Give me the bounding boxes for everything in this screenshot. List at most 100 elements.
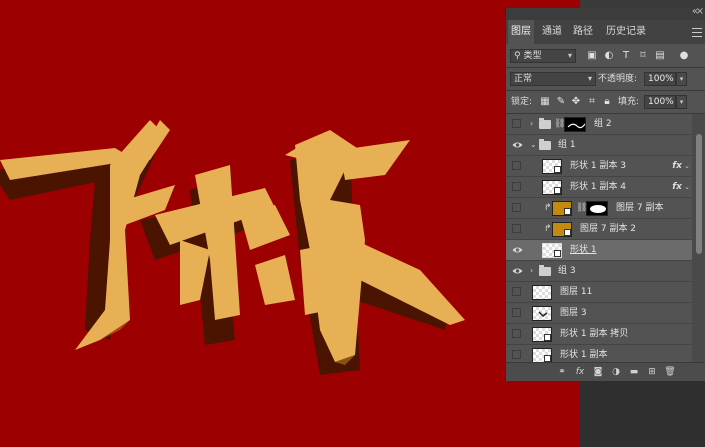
- mask-shape-icon: [590, 205, 606, 213]
- layer-row-layer-7-copy[interactable]: ↱ ⛓︎ 图层 7 副本: [506, 198, 692, 219]
- fx-icon[interactable]: fx: [672, 181, 682, 193]
- layer-name[interactable]: 图层 3: [560, 306, 587, 321]
- chevron-down-icon: ▾: [587, 74, 592, 83]
- adjustment-layer-icon[interactable]: ◑: [610, 366, 622, 378]
- layer-row-shape-copy-copy[interactable]: 形状 1 副本 拷贝: [506, 324, 692, 345]
- layer-name[interactable]: 图层 7 副本 2: [580, 222, 636, 237]
- chevron-down-icon[interactable]: ⌄: [684, 181, 690, 193]
- eye-icon[interactable]: [512, 245, 523, 255]
- chevron-down-icon[interactable]: ⌄: [530, 139, 537, 151]
- layers-panel[interactable]: « × 图层 通道 路径 历史记录 ⚲ 类型 ▾ ▣ ◐ T ⌑ ▤ ● 正常 …: [505, 6, 705, 381]
- new-group-icon[interactable]: ▬: [628, 366, 640, 378]
- lock-artboard-icon[interactable]: ⌗: [586, 95, 598, 109]
- smart-object-badge-icon: [544, 355, 551, 362]
- adjustment-filter-icon[interactable]: ◐: [603, 49, 615, 63]
- layer-row-group-1[interactable]: ⌄ 组 1: [506, 135, 692, 156]
- eye-icon[interactable]: [512, 140, 523, 150]
- layer-name[interactable]: 形状 1 副本 拷贝: [560, 327, 628, 342]
- scrollbar-thumb[interactable]: [696, 134, 702, 254]
- eye-icon[interactable]: [512, 266, 523, 276]
- layer-list[interactable]: › ⛓︎ 组 2 ⌄ 组 1 形状 1 副本 3 fx ⌄ 形状 1 副本 4 …: [506, 114, 692, 362]
- tab-paths[interactable]: 路径: [570, 20, 596, 44]
- fx-icon[interactable]: fx: [672, 160, 682, 172]
- add-style-fx-icon[interactable]: fx: [574, 366, 586, 378]
- folder-icon: [539, 265, 551, 276]
- lock-all-icon[interactable]: 🔒︎: [601, 95, 613, 109]
- opacity-slider-toggle[interactable]: ▾: [676, 72, 687, 86]
- visibility-toggle[interactable]: [512, 308, 521, 317]
- visibility-toggle[interactable]: [512, 224, 521, 233]
- pixel-filter-icon[interactable]: ▣: [586, 49, 598, 63]
- filter-toggle-icon[interactable]: ●: [678, 49, 690, 63]
- fill-label: 填充:: [618, 97, 640, 107]
- layer-list-scrollbar[interactable]: [692, 114, 705, 362]
- layer-thumbnail: [532, 327, 552, 342]
- layer-name[interactable]: 形状 1 副本 3: [570, 159, 626, 174]
- visibility-toggle[interactable]: [512, 203, 521, 212]
- layer-row-shape-copy-3[interactable]: 形状 1 副本 3 fx ⌄: [506, 156, 692, 177]
- panel-menu-icon[interactable]: [692, 25, 702, 39]
- chevron-right-icon[interactable]: ›: [530, 265, 533, 277]
- tab-layers[interactable]: 图层: [508, 20, 534, 44]
- layer-name[interactable]: 形状 1: [570, 243, 597, 258]
- layer-row-group-2[interactable]: › ⛓︎ 组 2: [506, 114, 692, 135]
- layer-thumbnail: [552, 222, 572, 237]
- chevron-right-icon[interactable]: ›: [530, 118, 533, 130]
- visibility-toggle[interactable]: [512, 329, 521, 338]
- layer-name[interactable]: 图层 11: [560, 285, 592, 300]
- layer-row-shape-copy[interactable]: 形状 1 副本: [506, 345, 692, 362]
- layer-row-layer-3[interactable]: 图层 3: [506, 303, 692, 324]
- visibility-toggle[interactable]: [512, 161, 521, 170]
- visibility-toggle[interactable]: [512, 350, 521, 359]
- layer-mask-thumbnail[interactable]: [564, 117, 586, 132]
- add-mask-icon[interactable]: ◙: [592, 366, 604, 378]
- visibility-toggle[interactable]: [512, 182, 521, 191]
- document-canvas[interactable]: [0, 0, 580, 447]
- layer-row-shape-1[interactable]: 形状 1: [506, 240, 692, 261]
- layer-mask-thumbnail[interactable]: [586, 201, 608, 216]
- lock-row: 锁定: ▦ ✎ ✥ ⌗ 🔒︎ 填充: 100% ▾: [506, 92, 705, 112]
- layer-name[interactable]: 组 2: [594, 117, 612, 132]
- layer-filter-select[interactable]: ⚲ 类型 ▾: [510, 49, 576, 63]
- tab-channels[interactable]: 通道: [539, 20, 565, 44]
- layer-row-shape-copy-4[interactable]: 形状 1 副本 4 fx ⌄: [506, 177, 692, 198]
- layer-name[interactable]: 形状 1 副本: [560, 348, 607, 362]
- visibility-toggle[interactable]: [512, 119, 521, 128]
- chevron-down-icon[interactable]: ⌄: [684, 160, 690, 172]
- folder-icon: [539, 139, 551, 150]
- layer-thumbnail: [552, 201, 572, 216]
- fill-slider-toggle[interactable]: ▾: [676, 95, 687, 109]
- shape-filter-icon[interactable]: ⌑: [637, 49, 649, 63]
- layer-row-layer-7-copy-2[interactable]: ↱ 图层 7 副本 2: [506, 219, 692, 240]
- tab-history[interactable]: 历史记录: [602, 20, 650, 44]
- mask-stroke-icon: [567, 123, 585, 129]
- divider: [506, 67, 705, 68]
- visibility-toggle[interactable]: [512, 287, 521, 296]
- layer-name[interactable]: 组 3: [558, 264, 576, 279]
- opacity-input[interactable]: 100%: [644, 72, 676, 86]
- close-panel-icon[interactable]: ×: [696, 6, 704, 17]
- smart-object-badge-icon: [544, 334, 551, 341]
- smart-object-filter-icon[interactable]: ▤: [654, 49, 666, 63]
- layer-name[interactable]: 形状 1 副本 4: [570, 180, 626, 195]
- lock-transparent-icon[interactable]: ▦: [539, 95, 551, 109]
- panel-tabs: 图层 通道 路径 历史记录: [506, 20, 705, 44]
- lock-label: 锁定:: [511, 97, 533, 107]
- layer-name[interactable]: 图层 7 副本: [616, 201, 663, 216]
- layer-row-layer-11[interactable]: 图层 11: [506, 282, 692, 303]
- lock-image-icon[interactable]: ✎: [555, 95, 567, 109]
- layer-name[interactable]: 组 1: [558, 138, 576, 153]
- clipping-mask-icon: ↱: [544, 203, 552, 213]
- lock-position-icon[interactable]: ✥: [570, 95, 582, 109]
- blend-mode-select[interactable]: 正常 ▾: [510, 72, 596, 86]
- link-layers-icon[interactable]: ⚭: [556, 366, 568, 378]
- thumbnail-mark-icon: [538, 311, 548, 317]
- layer-row-group-3[interactable]: › 组 3: [506, 261, 692, 282]
- fill-input[interactable]: 100%: [644, 95, 676, 109]
- new-layer-icon[interactable]: ⊞: [646, 366, 658, 378]
- smart-object-badge-icon: [554, 187, 561, 194]
- type-filter-icon[interactable]: T: [620, 49, 632, 63]
- layer-thumbnail: [542, 159, 562, 174]
- filter-row: ⚲ 类型 ▾ ▣ ◐ T ⌑ ▤ ●: [506, 46, 705, 66]
- trash-icon[interactable]: 🗑︎: [664, 366, 676, 378]
